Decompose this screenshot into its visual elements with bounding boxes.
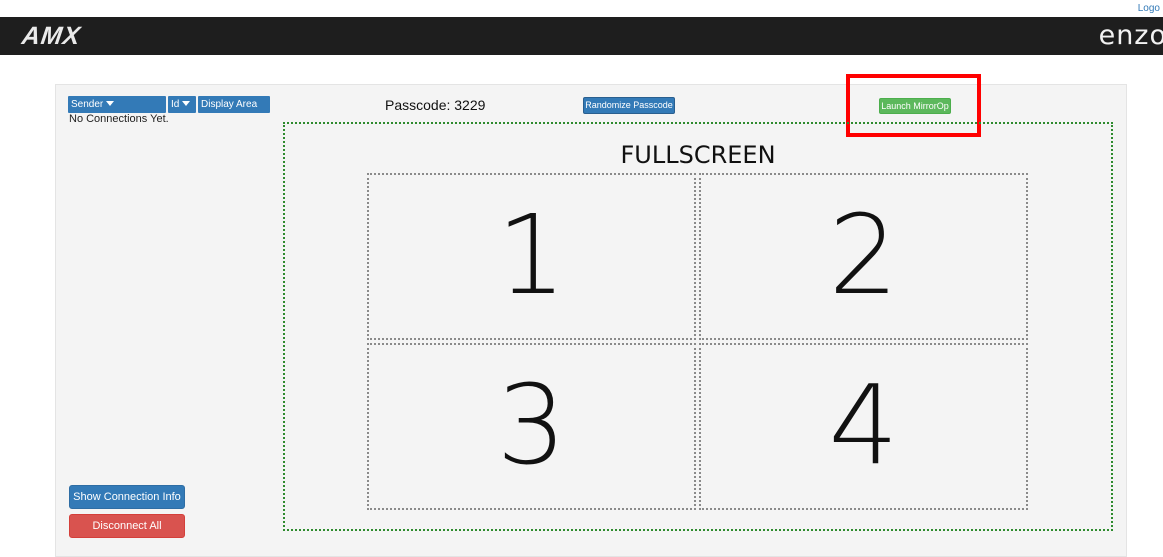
id-column-label: Id bbox=[171, 99, 180, 110]
display-area-column-header[interactable]: Display Area bbox=[198, 96, 270, 113]
enzo-logo: enzo bbox=[1098, 20, 1163, 51]
display-area-column-label: Display Area bbox=[201, 99, 258, 110]
amx-logo: AMX bbox=[20, 22, 83, 50]
quadrant-2[interactable]: 2 bbox=[699, 173, 1028, 340]
fullscreen-label: FULLSCREEN bbox=[620, 141, 776, 169]
show-connection-info-button[interactable]: Show Connection Info bbox=[69, 485, 185, 509]
disconnect-all-button[interactable]: Disconnect All bbox=[69, 514, 185, 538]
quadrant-4[interactable]: 4 bbox=[699, 343, 1028, 510]
logout-link[interactable]: Logo bbox=[1138, 3, 1160, 14]
quadrant-3[interactable]: 3 bbox=[367, 343, 696, 510]
sender-column-label: Sender bbox=[71, 99, 104, 110]
quadrant-1[interactable]: 1 bbox=[367, 173, 696, 340]
no-connections-message: No Connections Yet. bbox=[69, 113, 169, 125]
id-column-header[interactable]: Id bbox=[168, 96, 196, 113]
top-header-bar: AMX enzo bbox=[0, 17, 1163, 55]
sender-column-header[interactable]: Sender bbox=[68, 96, 166, 113]
randomize-passcode-button[interactable]: Randomize Passcode bbox=[583, 97, 675, 114]
passcode-label: Passcode: 3229 bbox=[385, 97, 486, 113]
caret-down-icon bbox=[106, 101, 115, 106]
caret-down-icon bbox=[182, 101, 191, 106]
